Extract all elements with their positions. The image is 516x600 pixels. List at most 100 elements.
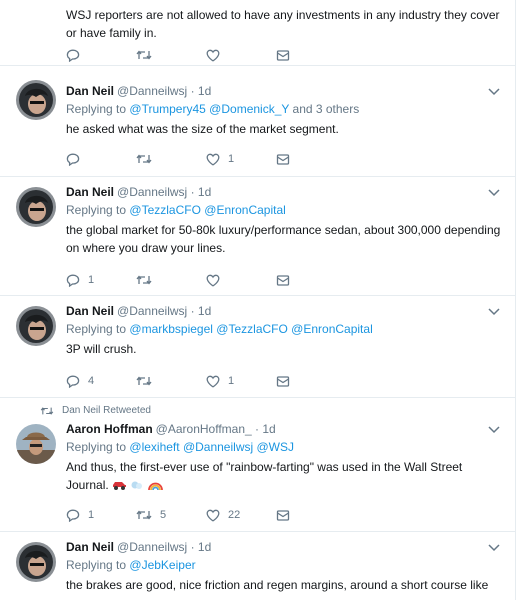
heart-icon <box>206 509 220 522</box>
tweet-body: Dan Neil @Danneilwsj · 1d Replying to @Tr… <box>66 82 503 138</box>
like-button[interactable]: 22 <box>206 509 276 522</box>
tweet-header: Dan Neil @Danneilwsj · 1d <box>66 183 503 201</box>
user-handle[interactable]: @AaronHoffman_ <box>156 422 252 436</box>
tweet[interactable]: Dan Neil @Danneilwsj · 1d Replying to @ma… <box>0 296 515 398</box>
message-icon <box>276 274 290 286</box>
message-button[interactable] <box>276 509 346 522</box>
reply-button[interactable] <box>66 49 136 62</box>
display-name[interactable]: Dan Neil <box>66 185 114 199</box>
retweet-button[interactable]: 5 <box>136 509 206 521</box>
reply-button[interactable]: 4 <box>66 375 136 388</box>
mention-link[interactable]: @EnronCapital <box>291 322 373 336</box>
tweet[interactable]: Dan Neil @Danneilwsj · 1d Replying to @Je… <box>0 532 515 600</box>
tweet[interactable]: Dan Neil Retweeted Aaron Hoffman @AaronHo… <box>0 398 515 532</box>
display-name[interactable]: Dan Neil <box>66 84 114 98</box>
tweet-text: WSJ reporters are not allowed to have an… <box>66 8 500 40</box>
replying-to: Replying to @Trumpery45 @Domenick_Y and … <box>66 100 503 118</box>
tweet-body: WSJ reporters are not allowed to have an… <box>66 4 503 42</box>
timestamp[interactable]: 1d <box>262 422 275 436</box>
tweet-actions: 1 5 22 <box>66 506 346 524</box>
replying-prefix: Replying to <box>66 102 127 116</box>
display-name[interactable]: Aaron Hoffman <box>66 422 153 436</box>
avatar[interactable] <box>16 542 56 582</box>
message-button[interactable] <box>276 274 346 287</box>
user-handle[interactable]: @Danneilwsj <box>117 185 187 199</box>
chevron-down-icon[interactable] <box>487 422 501 436</box>
chevron-down-icon[interactable] <box>487 185 501 199</box>
avatar[interactable] <box>16 80 56 120</box>
tweet-text: And thus, the first-ever use of "rainbow… <box>66 458 503 494</box>
dash-emoji-icon <box>131 481 143 490</box>
reply-icon <box>66 49 80 62</box>
retweet-context-label[interactable]: Dan Neil Retweeted <box>62 405 151 416</box>
retweet-context: Dan Neil Retweeted <box>40 405 151 416</box>
retweet-icon <box>136 50 152 60</box>
timestamp[interactable]: 1d <box>198 185 211 199</box>
tweet-body: Dan Neil @Danneilwsj · 1d Replying to @ma… <box>66 302 503 358</box>
separator: · <box>190 304 195 318</box>
replying-to: Replying to @JebKeiper <box>66 556 503 574</box>
retweet-button[interactable] <box>136 375 206 387</box>
mention-link[interactable]: @JebKeiper <box>129 558 195 572</box>
heart-icon <box>206 274 220 287</box>
avatar[interactable] <box>16 187 56 227</box>
tweet[interactable]: Dan Neil @Danneilwsj · 1d Replying to @Tr… <box>0 66 515 177</box>
like-count: 22 <box>228 509 241 521</box>
reply-button[interactable]: 1 <box>66 509 136 522</box>
mention-link[interactable]: @Danneilwsj <box>183 440 253 454</box>
replying-to: Replying to @markbspiegel @TezzlaCFO @En… <box>66 320 503 338</box>
display-name[interactable]: Dan Neil <box>66 540 114 554</box>
user-handle[interactable]: @Danneilwsj <box>117 304 187 318</box>
rainbow-emoji-icon <box>147 482 163 491</box>
mention-link[interactable]: @lexiheft <box>129 440 179 454</box>
mention-link[interactable]: @Trumpery45 <box>129 102 205 116</box>
separator: · <box>190 540 195 554</box>
tweet-actions: 4 1 <box>66 372 346 390</box>
like-count: 1 <box>228 375 235 387</box>
reply-button[interactable] <box>66 153 136 166</box>
mention-link[interactable]: @WSJ <box>257 440 295 454</box>
mention-link[interactable]: @markbspiegel <box>129 322 213 336</box>
chevron-down-icon[interactable] <box>487 540 501 554</box>
mention-link[interactable]: @Domenick_Y <box>209 102 289 116</box>
like-button[interactable]: 1 <box>206 375 276 388</box>
timestamp[interactable]: 1d <box>198 304 211 318</box>
reply-icon <box>66 153 80 166</box>
avatar[interactable] <box>16 306 56 346</box>
heart-icon <box>206 375 220 388</box>
heart-icon <box>206 49 220 62</box>
like-button[interactable] <box>206 274 276 287</box>
avatar[interactable] <box>16 424 56 464</box>
others-link[interactable]: and 3 others <box>293 102 360 116</box>
like-button[interactable] <box>206 49 276 62</box>
message-button[interactable] <box>276 153 346 166</box>
heart-icon <box>206 153 220 166</box>
timestamp[interactable]: 1d <box>198 540 211 554</box>
tweet[interactable]: WSJ reporters are not allowed to have an… <box>0 0 515 66</box>
user-handle[interactable]: @Danneilwsj <box>117 540 187 554</box>
like-button[interactable]: 1 <box>206 153 276 166</box>
tweet[interactable]: Dan Neil @Danneilwsj · 1d Replying to @Te… <box>0 177 515 296</box>
replying-to: Replying to @lexiheft @Danneilwsj @WSJ <box>66 438 503 456</box>
retweet-icon <box>136 376 152 386</box>
message-button[interactable] <box>276 49 346 62</box>
retweet-button[interactable] <box>136 49 206 61</box>
retweet-icon <box>40 406 54 415</box>
timestamp[interactable]: 1d <box>198 84 211 98</box>
user-handle[interactable]: @Danneilwsj <box>117 84 187 98</box>
display-name[interactable]: Dan Neil <box>66 304 114 318</box>
mention-link[interactable]: @TezzlaCFO <box>129 203 201 217</box>
replying-prefix: Replying to <box>66 558 127 572</box>
reply-count: 1 <box>88 274 95 286</box>
replying-prefix: Replying to <box>66 322 127 336</box>
mention-link[interactable]: @EnronCapital <box>204 203 286 217</box>
chevron-down-icon[interactable] <box>487 84 501 98</box>
reply-button[interactable]: 1 <box>66 274 136 287</box>
mention-link[interactable]: @TezzlaCFO <box>216 322 288 336</box>
retweet-button[interactable] <box>136 274 206 286</box>
message-icon <box>276 375 290 387</box>
message-button[interactable] <box>276 375 346 388</box>
chevron-down-icon[interactable] <box>487 304 501 318</box>
retweet-button[interactable] <box>136 153 206 165</box>
reply-icon <box>66 509 80 522</box>
